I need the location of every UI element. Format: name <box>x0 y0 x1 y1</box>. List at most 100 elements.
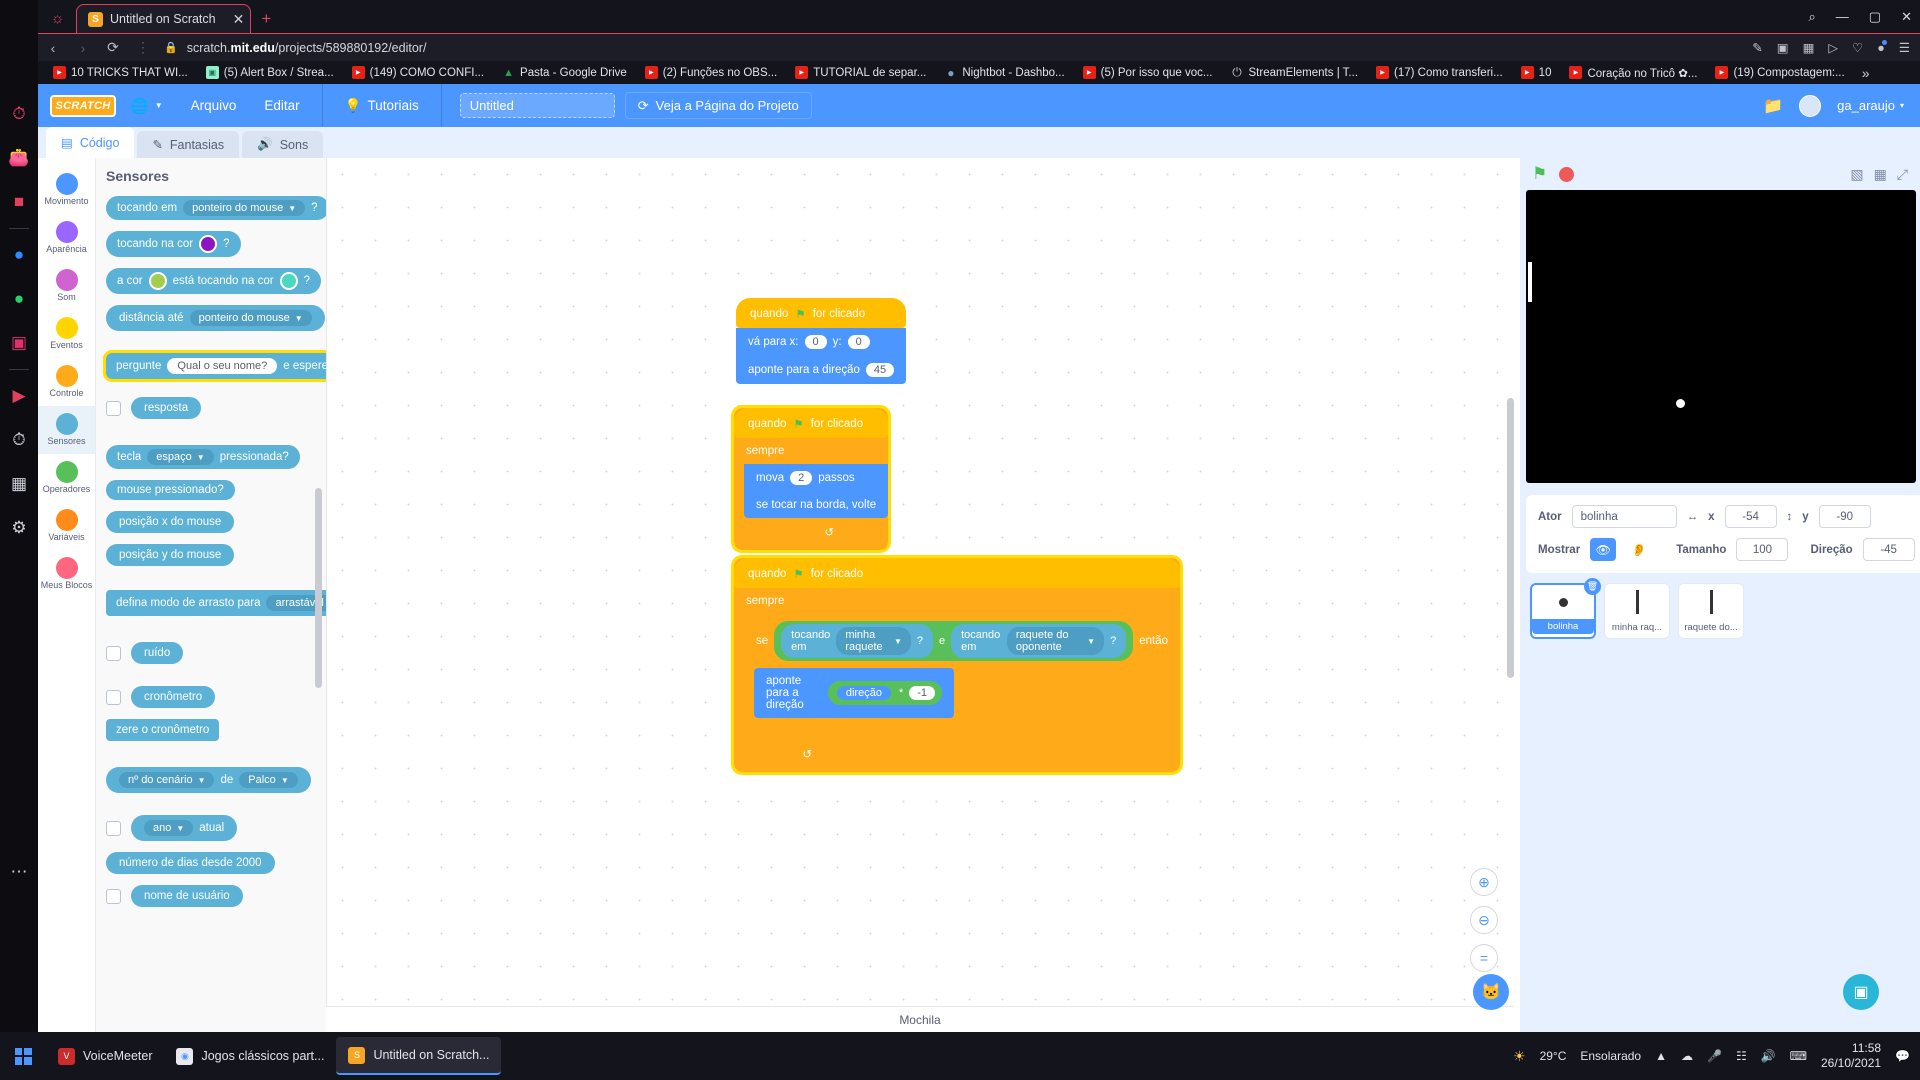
camera-icon[interactable]: ▣ <box>1777 40 1789 55</box>
category-som[interactable]: Som <box>38 262 95 310</box>
block-ano-atual[interactable]: ano ▼ atual <box>131 815 238 841</box>
block-distancia-ate[interactable]: distância até ponteiro do mouse ▼ <box>106 305 325 331</box>
dropdown-cenario[interactable]: nº do cenário ▼ <box>119 772 215 788</box>
workspace-vscrollbar[interactable] <box>1507 398 1514 678</box>
project-page-button[interactable]: ⟳ Veja a Página do Projeto <box>624 92 812 119</box>
checkbox-ano-atual[interactable] <box>106 820 121 836</box>
add-sprite-button[interactable]: 🐱 <box>1473 974 1509 1010</box>
twitch-icon[interactable]: ■ <box>0 180 38 224</box>
color-swatch[interactable] <box>199 235 218 253</box>
block-nome-usuario[interactable]: nome de usuário <box>131 885 243 907</box>
folder-icon[interactable]: 📁 <box>1763 96 1783 116</box>
bookmark-icon[interactable]: ♡ <box>1852 40 1863 55</box>
palette-scrollbar[interactable] <box>315 488 322 688</box>
block-sempre[interactable]: sempre <box>734 588 1180 614</box>
taskbar-app-scratch[interactable]: S Untitled on Scratch... <box>336 1037 502 1075</box>
input-y[interactable]: 0 <box>847 335 870 349</box>
username-menu[interactable]: ga_araujo ▾ <box>1837 98 1904 113</box>
new-tab-button[interactable]: + <box>251 4 281 33</box>
checkbox-ruido[interactable] <box>106 645 121 661</box>
eye-icon[interactable]: 👁 <box>1590 538 1617 561</box>
ask-text-input[interactable]: Qual o seu nome? <box>167 358 278 374</box>
back-button[interactable]: ‹ <box>38 34 68 62</box>
category-controle[interactable]: Controle <box>38 358 95 406</box>
bookmark-item[interactable]: (5) Por isso que voc... <box>1074 66 1222 79</box>
stage-canvas[interactable] <box>1526 190 1916 483</box>
block-tocando-em-raquete-oponente[interactable]: tocando em raquete do oponente ▼ ? <box>951 624 1127 658</box>
taskbar-app-chrome[interactable]: ◉ Jogos clássicos part... <box>164 1037 336 1075</box>
project-title-input[interactable]: Untitled <box>459 93 615 118</box>
menu-arquivo[interactable]: Arquivo <box>177 84 251 127</box>
gamepad-icon[interactable]: ☼ <box>38 4 76 33</box>
bookmark-item[interactable]: TUTORIAL de separ... <box>786 66 935 79</box>
avatar[interactable] <box>1799 94 1822 117</box>
tab-sons[interactable]: 🔊 Sons <box>242 131 324 158</box>
tab-codigo[interactable]: ▤ Código <box>46 127 135 158</box>
block-palette[interactable]: Sensores tocando em ponteiro do mouse ▼ … <box>96 158 326 1032</box>
large-stage-icon[interactable]: ▦ <box>1874 166 1887 183</box>
dropdown-raquete-oponente[interactable]: raquete do oponente ▼ <box>1006 627 1105 655</box>
bookmark-item[interactable]: ▲ Pasta - Google Drive <box>493 66 636 79</box>
zoom-out-button[interactable]: ⊖ <box>1470 906 1498 934</box>
block-posicao-y-mouse[interactable]: posição y do mouse <box>106 544 235 566</box>
browser-tab[interactable]: S Untitled on Scratch ✕ <box>76 4 252 33</box>
close-window-button[interactable]: ✕ <box>1901 9 1912 25</box>
block-posicao-x-mouse[interactable]: posição x do mouse <box>106 511 235 533</box>
green-flag-icon[interactable]: ⚑ <box>1532 164 1547 184</box>
category-sensores[interactable]: Sensores <box>38 406 95 454</box>
block-quando-bandeira-clicada[interactable]: quando ⚑ for clicado <box>734 408 889 438</box>
block-resposta[interactable]: resposta <box>131 397 202 419</box>
sprite-item-raquete-oponente[interactable]: raquete do... <box>1678 583 1744 639</box>
checkbox-cronometro[interactable] <box>106 689 121 705</box>
sprite-y-input[interactable]: -90 <box>1818 505 1871 528</box>
more-icon[interactable]: ⋯ <box>0 850 38 894</box>
notification-icon[interactable]: 💬 <box>1895 1049 1910 1063</box>
bookmark-item[interactable]: (17) Como transferi... <box>1367 66 1512 79</box>
bookmark-item[interactable]: (19) Compostagem:... <box>1706 66 1853 79</box>
browser-menu-icon[interactable]: ☰ <box>1899 40 1910 55</box>
block-quando-bandeira-clicada[interactable]: quando ⚑ for clicado <box>734 558 1180 588</box>
block-tocando-em-minha-raquete[interactable]: tocando em minha raquete ▼ ? <box>781 624 933 658</box>
add-extension-button[interactable]: ▣ <box>1843 974 1879 1010</box>
bookmark-item[interactable]: 10 TRICKS THAT WI... <box>44 66 197 79</box>
dropdown-ponteiro-do-mouse[interactable]: ponteiro do mouse ▼ <box>183 200 306 216</box>
sprite-item-bolinha[interactable]: 🗑 bolinha <box>1530 578 1601 639</box>
block-ruido[interactable]: ruído <box>131 642 184 664</box>
bookmark-item[interactable]: Coração no Tricô ✿... <box>1560 66 1706 80</box>
package-icon[interactable]: ▦ <box>0 462 38 506</box>
block-pergunte-e-espere[interactable]: pergunte Qual o seu nome? e espere <box>102 350 326 382</box>
chevron-up-icon[interactable]: ▲ <box>1655 1049 1667 1063</box>
script-stack-2[interactable]: quando ⚑ for clicado sempre mova 2 passo… <box>730 405 892 553</box>
operator-and[interactable]: tocando em minha raquete ▼ ? e tocando e… <box>774 621 1134 661</box>
bookmark-item[interactable]: ▣ (5) Alert Box / Strea... <box>197 66 343 79</box>
checkbox-nome-usuario[interactable] <box>106 888 121 904</box>
bookmark-item[interactable]: (2) Funções no OBS... <box>636 66 786 79</box>
onedrive-icon[interactable]: ☁ <box>1681 1049 1693 1063</box>
block-cronometro[interactable]: cronômetro <box>131 686 216 708</box>
clock[interactable]: 11:58 26/10/2021 <box>1821 1041 1881 1071</box>
reload-button[interactable]: ⟳ <box>98 34 128 62</box>
cast-icon[interactable]: ▷ <box>1828 40 1838 55</box>
category-aparencia[interactable]: Aparência <box>38 214 95 262</box>
trash-icon[interactable]: 🗑 <box>1584 578 1601 595</box>
code-workspace[interactable]: quando ⚑ for clicado vá para x: 0 y: 0 a… <box>326 158 1520 1032</box>
block-va-para-xy[interactable]: vá para x: 0 y: 0 <box>736 328 907 356</box>
color-swatch[interactable] <box>148 272 167 290</box>
minimize-button[interactable]: — <box>1836 9 1849 24</box>
block-sempre[interactable]: sempre <box>734 438 889 464</box>
operator-multiply[interactable]: direção * -1 <box>827 681 942 705</box>
dropdown-minha-raquete[interactable]: minha raquete ▼ <box>836 627 911 655</box>
speaker-icon[interactable]: 🔊 <box>1761 1049 1776 1063</box>
block-zere-cronometro[interactable]: zere o cronômetro <box>106 719 220 741</box>
input-x[interactable]: 0 <box>804 335 827 349</box>
settings-icon[interactable]: ⚙ <box>0 506 38 550</box>
fullscreen-icon[interactable]: ⤢ <box>1897 166 1908 183</box>
instagram-icon[interactable]: ▣ <box>0 321 38 365</box>
dropdown-ponteiro-do-mouse[interactable]: ponteiro do mouse ▼ <box>189 310 312 326</box>
category-movimento[interactable]: Movimento <box>38 166 95 214</box>
sprite-item-minha-raquete[interactable]: minha raq... <box>1604 583 1670 639</box>
color-swatch[interactable] <box>279 272 298 290</box>
weather-desc[interactable]: Ensolarado <box>1580 1049 1641 1063</box>
sprite-x-input[interactable]: -54 <box>1724 505 1777 528</box>
block-aponte-para-direcao[interactable]: aponte para a direção 45 <box>736 356 907 384</box>
